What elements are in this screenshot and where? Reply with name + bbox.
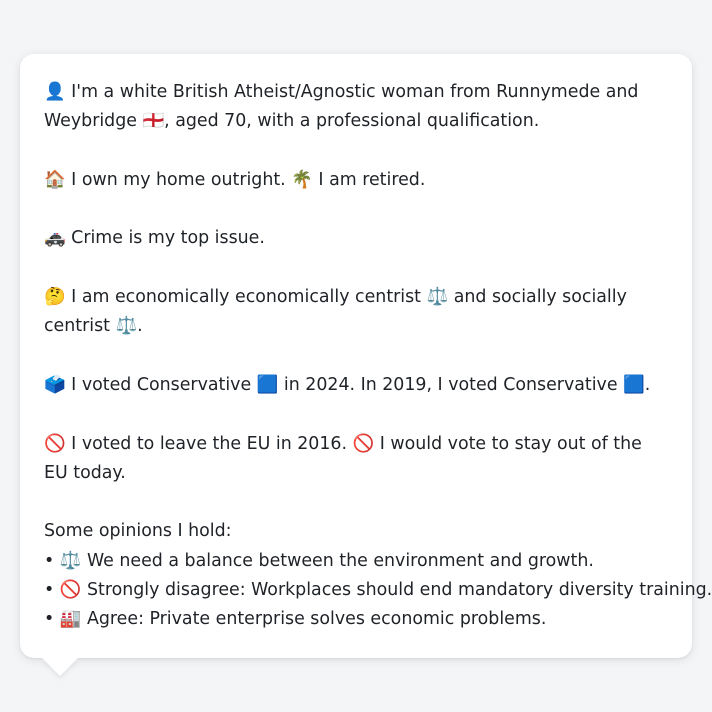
bubble-tail xyxy=(42,658,78,676)
persona-ideology: 🤔 I am economically economically centris… xyxy=(44,287,627,337)
opinion-item-private-enterprise: • 🏭 Agree: Private enterprise solves eco… xyxy=(44,609,547,630)
persona-top-issue: 🚓 Crime is my top issue. xyxy=(44,228,265,249)
persona-message-bubble: 👤 I'm a white British Atheist/Agnostic w… xyxy=(20,54,712,658)
persona-eu-stance: 🚫 I voted to leave the EU in 2016. 🚫 I w… xyxy=(44,433,642,483)
persona-vote-history: 🗳️ I voted Conservative 🟦 in 2024. In 20… xyxy=(44,374,651,395)
opinion-item-balance: • ⚖️ We need a balance between the envir… xyxy=(44,550,594,571)
persona-housing: 🏠 I own my home outright. 🌴 I am retired… xyxy=(44,169,426,190)
opinions-list: • ⚖️ We need a balance between the envir… xyxy=(44,547,712,635)
opinions-heading: Some opinions I hold: xyxy=(44,521,232,542)
persona-intro: 👤 I'm a white British Atheist/Agnostic w… xyxy=(44,82,639,132)
opinion-item-diversity-training: • 🚫 Strongly disagree: Workplaces should… xyxy=(44,580,712,601)
